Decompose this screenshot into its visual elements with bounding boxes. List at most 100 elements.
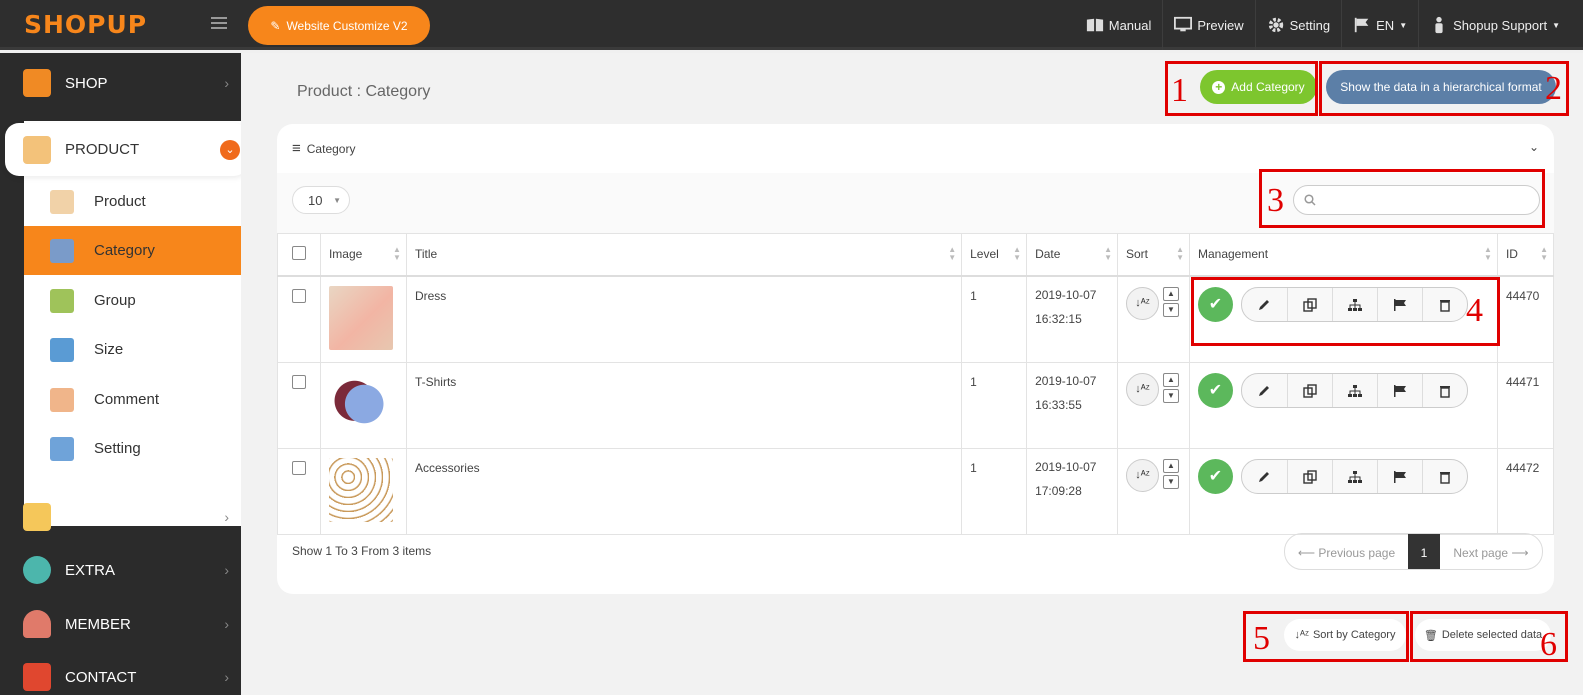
- sort-az-button[interactable]: ↓ᴬᶻ: [1126, 286, 1159, 320]
- column-header-title[interactable]: Title ▲ ▼: [405, 233, 963, 277]
- annotation-label-3: 3: [1267, 182, 1284, 219]
- page-1-button[interactable]: 1: [1408, 534, 1440, 569]
- annotation-box-3: [1259, 169, 1545, 228]
- sidebar-subitem-group[interactable]: Group: [24, 276, 241, 325]
- clipboard-icon: [50, 436, 74, 461]
- category-level: 1: [961, 447, 1028, 535]
- sidebar-item-shop[interactable]: SHOP ›: [0, 56, 241, 110]
- pagination: ⟵ Previous page 1 Next page ⟶: [1284, 533, 1543, 570]
- collapse-chevron-icon[interactable]: ⌄: [1529, 140, 1539, 154]
- puzzle-icon: [23, 556, 51, 584]
- pencil-icon: [1259, 386, 1270, 396]
- category-icon: [50, 238, 74, 263]
- annotation-label-2: 2: [1545, 70, 1562, 107]
- category-id: 44470: [1496, 275, 1555, 363]
- flag-button[interactable]: [1376, 373, 1422, 407]
- sitemap-icon: [1347, 471, 1362, 483]
- shopup-logo[interactable]: SHOPUP: [24, 10, 147, 39]
- sidebar-item-member[interactable]: MEMBER ›: [0, 597, 241, 651]
- language-dropdown[interactable]: EN ▼: [1341, 0, 1418, 50]
- sidebar-item-product[interactable]: PRODUCT ⌄: [5, 123, 248, 176]
- person-icon: [1435, 16, 1443, 34]
- flag-icon: [1393, 471, 1406, 483]
- column-header-date[interactable]: Date ▲ ▼: [1026, 233, 1118, 277]
- copy-button[interactable]: [1286, 459, 1332, 493]
- hamburger-menu-icon[interactable]: [211, 14, 227, 30]
- sidebar-item-extra[interactable]: EXTRA ›: [0, 543, 241, 597]
- chevron-down-icon: ⌄: [220, 139, 240, 160]
- shop-icon: [23, 69, 51, 97]
- page-size-select[interactable]: 10 ▼: [292, 186, 350, 214]
- move-up-button[interactable]: ▲: [1163, 286, 1179, 301]
- move-down-button[interactable]: ▼: [1163, 474, 1179, 489]
- main-content: Product : Category + Add Category Show t…: [241, 53, 1583, 695]
- flag-button[interactable]: [1376, 459, 1422, 493]
- ruler-icon: [50, 337, 74, 362]
- sort-az-button[interactable]: ↓ᴬᶻ: [1126, 372, 1159, 406]
- shopping-bag-icon: [23, 135, 51, 164]
- annotation-label-5: 5: [1253, 620, 1270, 657]
- row-checkbox[interactable]: [291, 288, 306, 303]
- category-title: Accessories: [405, 447, 963, 535]
- copy-icon: [1303, 470, 1317, 484]
- column-header-management[interactable]: Management ▲ ▼: [1188, 233, 1498, 277]
- sidebar-subitem-category[interactable]: Category: [24, 226, 241, 275]
- row-checkbox[interactable]: [291, 374, 306, 389]
- column-header-level[interactable]: Level ▲ ▼: [961, 233, 1028, 277]
- website-customize-button[interactable]: ✎ Website Customize V2: [248, 6, 430, 45]
- table-row: Accessories 1 2019-10-07 17:09:28 ↓ᴬᶻ ▲ ▼ ✔: [277, 447, 1555, 535]
- category-level: 1: [961, 361, 1028, 449]
- sort-arrows-icon: ▲ ▼: [1176, 245, 1184, 262]
- sort-arrows-icon: ▲ ▼: [948, 245, 957, 262]
- support-dropdown[interactable]: Shopup Support ▼: [1418, 0, 1571, 50]
- delete-button[interactable]: [1421, 373, 1467, 407]
- move-down-button[interactable]: ▼: [1163, 302, 1179, 317]
- chevron-right-icon: ›: [224, 616, 229, 632]
- category-id: 44472: [1496, 447, 1555, 535]
- edit-button[interactable]: [1242, 374, 1287, 407]
- chevron-right-icon: ›: [224, 75, 229, 91]
- comment-icon: [50, 387, 74, 412]
- top-menu: Manual Preview Setting EN ▼ Shopup Suppo…: [1075, 0, 1571, 50]
- hierarchy-button[interactable]: [1331, 373, 1377, 407]
- hierarchy-button[interactable]: [1331, 459, 1377, 493]
- category-image[interactable]: [328, 371, 393, 436]
- annotation-box-4: [1191, 277, 1500, 346]
- column-header-sort[interactable]: Sort ▲ ▼: [1117, 233, 1190, 277]
- previous-page-button[interactable]: ⟵ Previous page: [1285, 534, 1408, 569]
- select-all-header: [277, 233, 321, 277]
- sort-arrows-icon: ▲ ▼: [1013, 245, 1022, 262]
- column-header-id[interactable]: ID ▲ ▼: [1496, 233, 1555, 277]
- trash-icon: [1439, 472, 1450, 484]
- sidebar-item-contact[interactable]: CONTACT ›: [0, 650, 241, 695]
- sidebar-subitem-setting[interactable]: Setting: [24, 424, 241, 473]
- select-all-checkbox[interactable]: [291, 245, 306, 260]
- copy-button[interactable]: [1286, 373, 1332, 407]
- sidebar-subitem-size[interactable]: Size: [24, 325, 241, 374]
- next-page-button[interactable]: Next page ⟶: [1440, 534, 1542, 569]
- approve-check-button[interactable]: ✔: [1197, 458, 1233, 494]
- preview-link[interactable]: Preview: [1162, 0, 1254, 50]
- move-up-button[interactable]: ▲: [1163, 458, 1179, 473]
- move-down-button[interactable]: ▼: [1163, 388, 1179, 403]
- caret-down-icon: ▼: [1399, 20, 1408, 30]
- top-bar: SHOPUP ✎ Website Customize V2 Manual Pre…: [0, 0, 1583, 50]
- trash-icon: [1439, 386, 1450, 398]
- caret-down-icon: ▼: [333, 195, 341, 205]
- category-image[interactable]: [328, 457, 393, 522]
- edit-button[interactable]: [1242, 460, 1287, 493]
- annotation-box-2: [1319, 61, 1569, 116]
- flag-icon: [1393, 385, 1406, 397]
- sidebar-subitem-comment[interactable]: Comment: [24, 375, 241, 424]
- manual-link[interactable]: Manual: [1075, 0, 1163, 50]
- category-image[interactable]: [328, 285, 393, 350]
- column-header-image[interactable]: Image ▲ ▼: [319, 233, 407, 277]
- setting-link[interactable]: Setting: [1254, 0, 1341, 50]
- approve-check-button[interactable]: ✔: [1197, 372, 1233, 408]
- sort-az-button[interactable]: ↓ᴬᶻ: [1126, 458, 1159, 492]
- move-up-button[interactable]: ▲: [1163, 372, 1179, 387]
- row-checkbox[interactable]: [291, 460, 306, 475]
- sidebar-subitem-product[interactable]: Product: [24, 177, 241, 226]
- sidebar-item-contents[interactable]: CONTENTS ›: [0, 490, 241, 544]
- delete-button[interactable]: [1421, 459, 1467, 493]
